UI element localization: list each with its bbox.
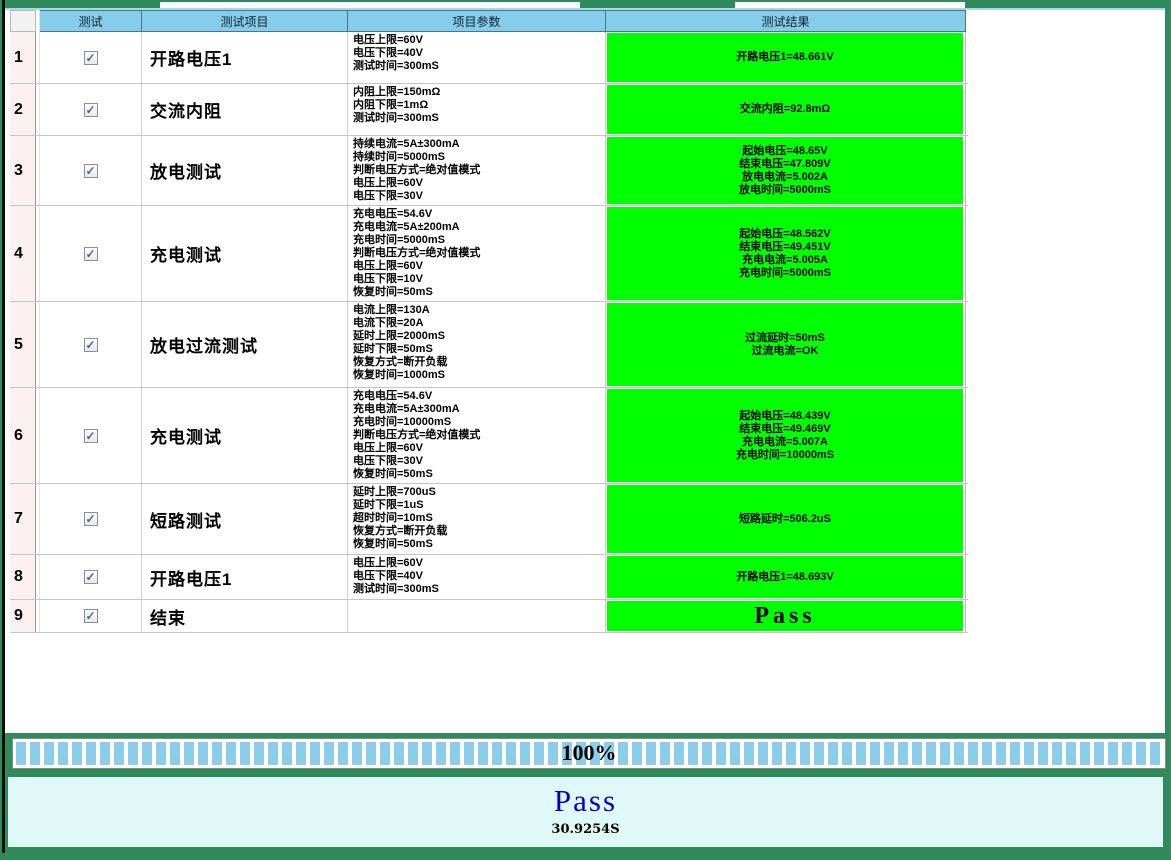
test-parameters: 内阻上限=150mΩ 内阻下限=1mΩ 测试时间=300mS [348,84,606,135]
test-result-cell: 短路延时=506.2uS [606,484,966,554]
table-row: 4 ✓ 充电测试 充电电压=54.6V 充电电流=5A±200mA 充电时间=5… [10,206,968,302]
checkbox-checked-icon[interactable]: ✓ [84,429,98,443]
row-number[interactable]: 1 [10,32,36,83]
row-number[interactable]: 2 [10,84,36,135]
test-item-name: 交流内阻 [142,84,348,135]
table-row: 3 ✓ 放电测试 持续电流=5A±300mA 持续时间=5000mS 判断电压方… [10,136,968,206]
test-parameters: 电流上限=130A 电流下限=20A 延时上限=2000mS 延时下限=50mS… [348,302,606,387]
table-row: 1 ✓ 开路电压1 电压上限=60V 电压下限=40V 测试时间=300mS 开… [10,32,968,84]
test-checkbox-cell: ✓ [40,84,142,135]
result-value: 起始电压=48.439V 结束电压=49.469V 充电电流=5.007A 充电… [607,389,963,482]
checkbox-checked-icon[interactable]: ✓ [84,512,98,526]
test-parameters: 电压上限=60V 电压下限=40V 测试时间=300mS [348,32,606,83]
test-checkbox-cell: ✓ [40,136,142,205]
test-checkbox-cell: ✓ [40,484,142,554]
table-row: 5 ✓ 放电过流测试 电流上限=130A 电流下限=20A 延时上限=2000m… [10,302,968,388]
test-result-cell: 起始电压=48.562V 结束电压=49.451V 充电电流=5.005A 充电… [606,206,966,301]
result-pass-value: Pass [607,601,963,631]
test-item-name: 放电过流测试 [142,302,348,387]
test-item-name: 放电测试 [142,136,348,205]
test-result-cell: 起始电压=48.65V 结束电压=47.809V 放电电流=5.002A 放电时… [606,136,966,205]
checkbox-checked-icon[interactable]: ✓ [84,609,98,623]
table-row: 9 ✓ 结束 Pass [10,600,968,633]
table-row: 7 ✓ 短路测试 延时上限=700uS 延时下限=1uS 超时时间=10mS 恢… [10,484,968,555]
checkbox-checked-icon[interactable]: ✓ [84,164,98,178]
progress-bar: 100% [12,738,1166,769]
table-row: 6 ✓ 充电测试 充电电压=54.6V 充电电流=5A±300mA 充电时间=1… [10,388,968,484]
table-header-row: 测试 测试项目 项目参数 测试结果 [10,10,968,32]
test-parameters: 延时上限=700uS 延时下限=1uS 超时时间=10mS 恢复方式=断开负载 … [348,484,606,554]
test-parameters: 充电电压=54.6V 充电电流=5A±200mA 充电时间=5000mS 判断电… [348,206,606,301]
status-panel: Pass 30.9254S [8,777,1163,847]
row-number[interactable]: 9 [10,600,36,632]
test-item-name: 短路测试 [142,484,348,554]
row-number[interactable]: 5 [10,302,36,387]
test-checkbox-cell: ✓ [40,302,142,387]
test-parameters: 充电电压=54.6V 充电电流=5A±300mA 充电时间=10000mS 判断… [348,388,606,483]
result-value: 起始电压=48.65V 结束电压=47.809V 放电电流=5.002A 放电时… [607,137,963,204]
row-number[interactable]: 8 [10,555,36,599]
test-checkbox-cell: ✓ [40,32,142,83]
result-value: 交流内阻=92.8mΩ [607,85,963,134]
checkbox-checked-icon[interactable]: ✓ [84,103,98,117]
test-result-cell: Pass [606,600,966,632]
table-corner-cell [10,10,36,32]
test-item-name: 结束 [142,600,348,632]
result-value: 起始电压=48.562V 结束电压=49.451V 充电电流=5.005A 充电… [607,207,963,300]
test-item-name: 充电测试 [142,206,348,301]
table-row: 2 ✓ 交流内阻 内阻上限=150mΩ 内阻下限=1mΩ 测试时间=300mS … [10,84,968,136]
column-header-params: 项目参数 [348,10,606,32]
checkbox-checked-icon[interactable]: ✓ [84,570,98,584]
table-row: 8 ✓ 开路电压1 电压上限=60V 电压下限=40V 测试时间=300mS 开… [10,555,968,600]
column-header-test: 测试 [40,10,142,32]
test-table-area: 测试 测试项目 项目参数 测试结果 1 ✓ 开路电压1 电压上限=60V 电压下… [5,8,1165,733]
test-item-name: 开路电压1 [142,555,348,599]
test-parameters [348,600,606,632]
elapsed-time-text: 30.9254S [8,822,1163,837]
result-value: 开路电压1=48.693V [607,556,963,598]
row-number[interactable]: 3 [10,136,36,205]
result-value: 短路延时=506.2uS [607,485,963,553]
column-header-item: 测试项目 [142,10,348,32]
column-header-result: 测试结果 [606,10,966,32]
checkbox-checked-icon[interactable]: ✓ [84,247,98,261]
result-value: 过流延时=50mS 过流电流=OK [607,303,963,386]
test-checkbox-cell: ✓ [40,206,142,301]
test-result-cell: 交流内阻=92.8mΩ [606,84,966,135]
checkbox-checked-icon[interactable]: ✓ [84,338,98,352]
test-result-cell: 开路电压1=48.661V [606,32,966,83]
test-checkbox-cell: ✓ [40,555,142,599]
overall-result-text: Pass [8,783,1163,819]
row-number[interactable]: 6 [10,388,36,483]
test-item-name: 开路电压1 [142,32,348,83]
test-checkbox-cell: ✓ [40,600,142,632]
test-checkbox-cell: ✓ [40,388,142,483]
row-number[interactable]: 4 [10,206,36,301]
test-parameters: 持续电流=5A±300mA 持续时间=5000mS 判断电压方式=绝对值模式 电… [348,136,606,205]
row-number[interactable]: 7 [10,484,36,554]
test-sequence-table: 测试 测试项目 项目参数 测试结果 1 ✓ 开路电压1 电压上限=60V 电压下… [10,10,968,633]
test-result-cell: 过流延时=50mS 过流电流=OK [606,302,966,387]
test-parameters: 电压上限=60V 电压下限=40V 测试时间=300mS [348,555,606,599]
progress-percentage: 100% [13,740,1165,766]
test-result-cell: 开路电压1=48.693V [606,555,966,599]
test-item-name: 充电测试 [142,388,348,483]
checkbox-checked-icon[interactable]: ✓ [84,51,98,65]
result-value: 开路电压1=48.661V [607,33,963,82]
test-result-cell: 起始电压=48.439V 结束电压=49.469V 充电电流=5.007A 充电… [606,388,966,483]
